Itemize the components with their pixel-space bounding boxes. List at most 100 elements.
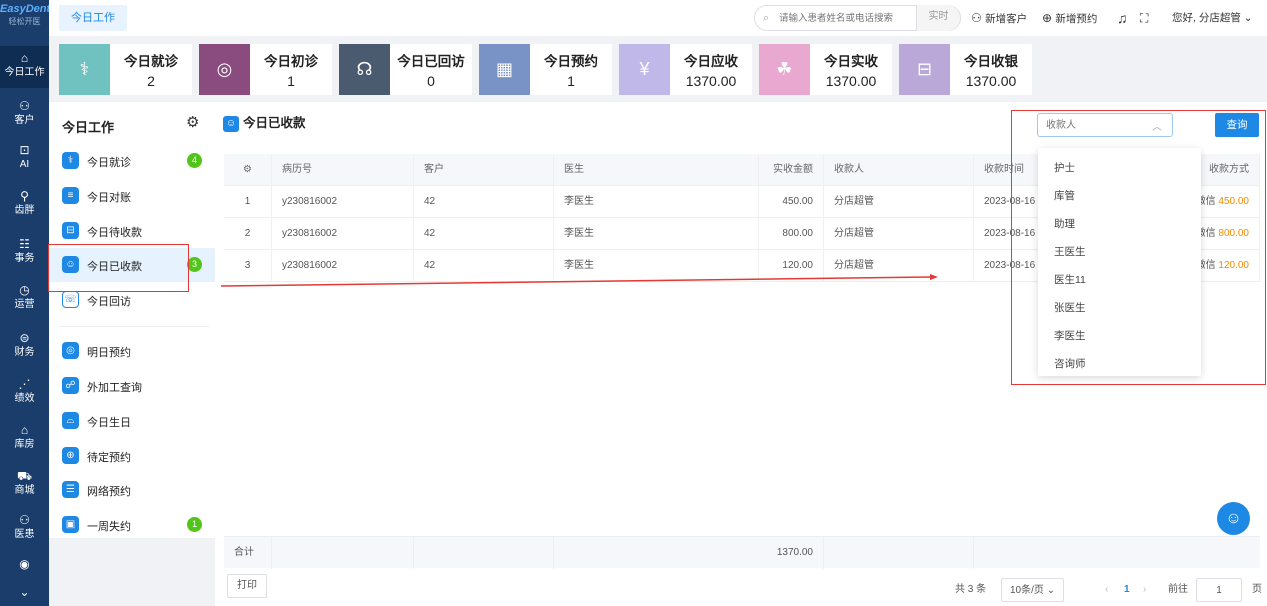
nav-label: 齿胖 <box>14 205 35 216</box>
nav-item-12[interactable]: ⌄ <box>0 580 49 604</box>
nav-item-5[interactable]: ◷ 运营 <box>0 278 49 320</box>
chevron-down-icon: ⌄ <box>1243 12 1253 24</box>
visit-icon: ⚕ <box>59 44 110 95</box>
fullscreen-icon[interactable]: ⛶ <box>1140 0 1148 36</box>
chevron-down-icon: ⌄ <box>1046 585 1056 596</box>
total-empty-cell <box>414 537 554 569</box>
nav-item-2[interactable]: ⊡ AI <box>0 138 49 180</box>
clock-icon: ◷ <box>19 283 30 297</box>
stat-card[interactable]: ☊ 今日已回访 0 <box>339 44 472 95</box>
side-item-1[interactable]: ≡ 今日对账 <box>49 179 215 213</box>
column-header: 客户 <box>414 154 554 186</box>
goto-page-input[interactable]: 1 <box>1196 578 1242 602</box>
cell-doctor: 李医生 <box>554 250 759 282</box>
total-row: 合计 1370.00 <box>224 536 1260 569</box>
nav-item-4[interactable]: ☷ 事务 <box>0 232 49 274</box>
highlight-box-dropdown <box>1011 110 1266 385</box>
nav-item-10[interactable]: ⚇ 医患 <box>0 508 49 550</box>
tomorrow-icon: ◎ <box>62 342 79 359</box>
receivable-icon: ¥ <box>619 44 670 95</box>
cell-payee: 分店超管 <box>824 186 974 218</box>
tooth-icon: ⚲ <box>20 189 29 203</box>
visit-icon: ⚕ <box>62 152 79 169</box>
stat-card[interactable]: ⚕ 今日就诊 2 <box>59 44 192 95</box>
page-title-text: 今日已收款 <box>243 116 306 130</box>
cell-no: 3 <box>224 250 272 282</box>
cell-customer: 42 <box>414 250 554 282</box>
nav-label: 绩效 <box>14 393 35 404</box>
next-page-icon[interactable]: › <box>1143 578 1146 602</box>
nav-item-8[interactable]: ⌂ 库房 <box>0 418 49 460</box>
people-icon: ⚇ <box>19 513 30 527</box>
print-button[interactable]: 打印 <box>227 574 267 598</box>
stat-value: 1 <box>287 73 295 89</box>
received-icon: ☺ <box>223 115 239 132</box>
stat-value: 1370.00 <box>685 73 737 89</box>
column-header: 收款人 <box>824 154 974 186</box>
cell-customer: 42 <box>414 218 554 250</box>
wave-icon: ◉ <box>19 557 30 571</box>
side-item-10[interactable]: ▣ 一周失约 1 <box>49 508 215 542</box>
side-item-9[interactable]: ☰ 网络预约 <box>49 473 215 507</box>
nav-item-7[interactable]: ⋰ 绩效 <box>0 372 49 414</box>
nav-item-1[interactable]: ⚇ 客户 <box>0 94 49 136</box>
side-item-label: 待定预约 <box>87 452 131 464</box>
realtime-button[interactable]: 实时 <box>916 5 960 31</box>
bell-icon[interactable]: ♫ <box>1117 0 1128 36</box>
left-nav: EasyDent 轻松开医 ⌂ 今日工作 ⚇ 客户 ⊡ AI ⚲ 齿胖 ☷ 事务 ◷ 运营 ⊜ 财务 ⋰ 绩效… <box>0 0 50 606</box>
column-header: 病历号 <box>272 154 414 186</box>
cashier-icon: ⊟ <box>899 44 950 95</box>
stat-label: 今日就诊 <box>124 54 178 69</box>
nav-item-6[interactable]: ⊜ 财务 <box>0 326 49 368</box>
stat-card[interactable]: ◎ 今日初诊 1 <box>199 44 332 95</box>
nav-item-11[interactable]: ◉ <box>0 552 49 576</box>
side-item-label: 今日对账 <box>87 192 131 204</box>
side-item-5[interactable]: ◎ 明日预约 <box>49 334 215 368</box>
count-badge: 3 <box>187 257 202 272</box>
cell-amount: 800.00 <box>759 218 824 250</box>
document-icon: ☷ <box>19 237 30 251</box>
gear-icon[interactable]: ⚙ <box>186 113 199 131</box>
headset-icon: ☊ <box>339 44 390 95</box>
nav-label: 医患 <box>14 529 35 540</box>
stat-card[interactable]: ¥ 今日应收 1370.00 <box>619 44 752 95</box>
user-menu[interactable]: 您好, 分店超管 ⌄ <box>1172 0 1253 36</box>
cell-payee: 分店超管 <box>824 218 974 250</box>
search-input[interactable] <box>779 10 909 26</box>
stat-card[interactable]: ▦ 今日预约 1 <box>479 44 612 95</box>
cell-doctor: 李医生 <box>554 218 759 250</box>
warehouse-icon: ⌂ <box>20 423 29 437</box>
nav-item-9[interactable]: ⛟ 商城 <box>0 464 49 506</box>
new-customer-button[interactable]: ⚇ 新增客户 <box>971 0 1027 36</box>
new-appointment-button[interactable]: ⊕ 新增预约 <box>1042 0 1097 36</box>
side-item-6[interactable]: ☍ 外加工查询 <box>49 369 215 403</box>
nav-item-3[interactable]: ⚲ 齿胖 <box>0 184 49 226</box>
prev-page-icon[interactable]: ‹ <box>1105 578 1108 602</box>
logo: EasyDent 轻松开医 <box>0 0 50 36</box>
column-header: 实收金额 <box>759 154 824 186</box>
column-header: 医生 <box>554 154 759 186</box>
stat-card[interactable]: ☘ 今日实收 1370.00 <box>759 44 892 95</box>
tab-today-work[interactable]: 今日工作 <box>59 5 127 31</box>
total-amount: 1370.00 <box>554 537 824 569</box>
cell-record: y230816002 <box>272 250 414 282</box>
cart-icon: ⛟ <box>16 469 33 483</box>
nav-label: 事务 <box>14 253 35 264</box>
column-settings-icon[interactable]: ⚙ <box>224 154 272 186</box>
patient-search[interactable]: ⌕ 实时 <box>754 5 961 31</box>
page-size-select[interactable]: 10条/页 ⌄ <box>1001 578 1065 602</box>
stat-card[interactable]: ⊟ 今日收银 1370.00 <box>899 44 1032 95</box>
page-title: ☺ 今日已收款 <box>223 114 306 132</box>
side-item-label: 明日预约 <box>87 347 131 359</box>
cell-amount: 450.00 <box>759 186 824 218</box>
top-bar: 今日工作 ⌕ 实时 ⚇ 新增客户 ⊕ 新增预约 ♫ ⛶ 您好, 分店超管 ⌄ <box>49 0 1267 36</box>
side-item-8[interactable]: ⊕ 待定预约 <box>49 439 215 473</box>
nav-item-0[interactable]: ⌂ 今日工作 <box>0 46 49 88</box>
cell-record: y230816002 <box>272 186 414 218</box>
side-item-7[interactable]: ⌓ 今日生日 <box>49 404 215 438</box>
side-item-0[interactable]: ⚕ 今日就诊 4 <box>49 144 215 178</box>
side-item-2[interactable]: ⊟ 今日待收款 <box>49 214 215 248</box>
support-avatar-icon[interactable]: ☺ <box>1217 502 1250 535</box>
nav-label: 运营 <box>14 299 35 310</box>
page-number[interactable]: 1 <box>1124 578 1130 602</box>
